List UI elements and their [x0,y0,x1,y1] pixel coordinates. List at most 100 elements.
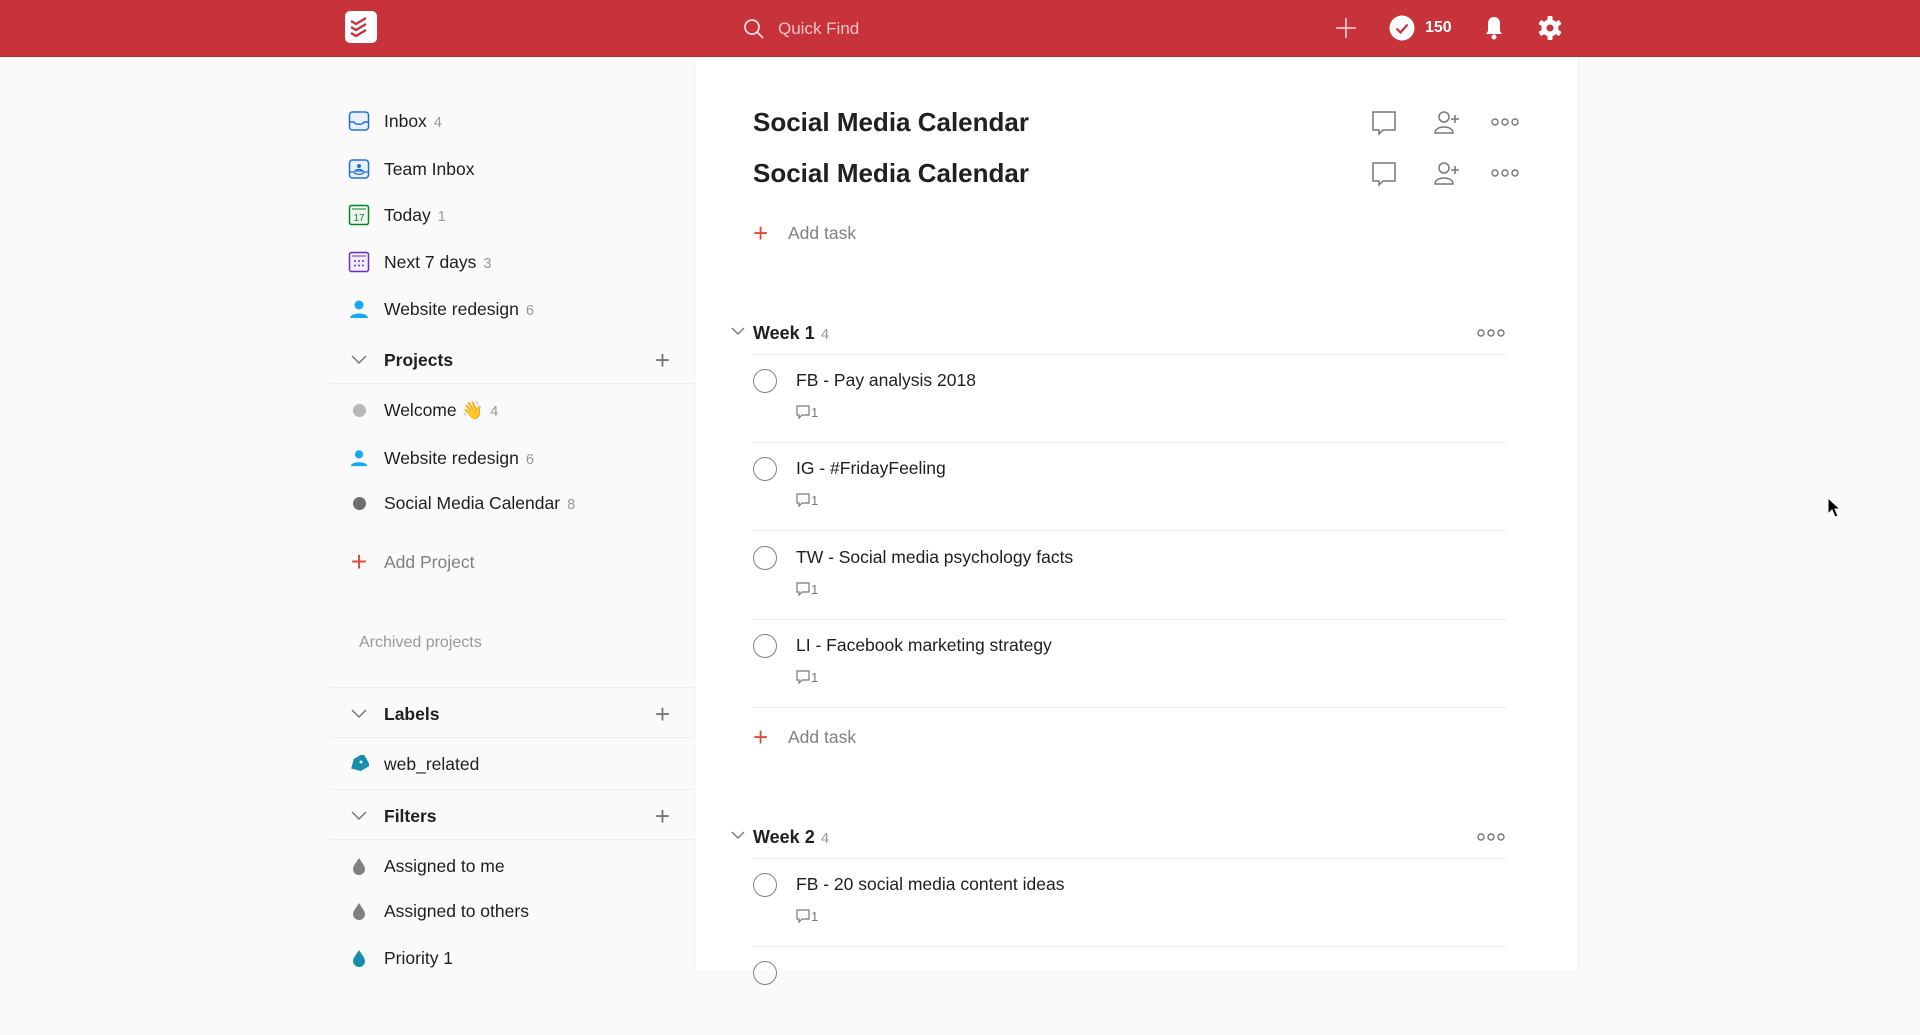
task-item[interactable] [753,947,1507,1035]
add-filter-plus-icon[interactable]: + [655,801,670,832]
section-title: Week 2 [753,827,815,847]
svg-text:17: 17 [353,213,365,224]
sidebar-item-today[interactable]: 17 Today 1 [330,195,694,235]
task-title[interactable]: IG - #FridayFeeling [796,458,946,479]
sidebar-item-label: Next 7 days [384,251,477,272]
project-item-social-media-calendar[interactable]: Social Media Calendar 8 [330,483,694,523]
archived-projects-link[interactable]: Archived projects [330,623,694,663]
task-checkbox[interactable] [753,369,777,393]
project-item-welcome[interactable]: Welcome 👋 4 [330,390,694,430]
task-item[interactable]: FB - 20 social media content ideas 1 [753,859,1507,947]
more-icon[interactable] [1477,832,1505,842]
top-bar: Quick Find 150 [0,0,1920,57]
section-count: 4 [820,326,830,343]
filter-label: Assigned to others [384,900,529,921]
sidebar-item-inbox[interactable]: Inbox 4 [330,101,694,141]
sidebar-item-label: Team Inbox [384,158,475,179]
task-checkbox[interactable] [753,634,777,658]
sidebar: Inbox 4 Team Inbox 17 Today 1 Next 7 days 3… [330,57,694,970]
add-task-button[interactable]: + Add task [753,218,856,249]
tag-icon [348,753,370,775]
task-item[interactable]: FB - Pay analysis 2018 1 [753,355,1507,443]
archived-projects-label: Archived projects [359,634,482,651]
comment-icon[interactable] [1371,110,1397,138]
project-item-website-redesign[interactable]: Website redesign 6 [330,438,694,478]
label-name: web_related [384,753,480,774]
item-count: 1 [437,208,446,225]
filter-item-priority-1[interactable]: Priority 1 [330,938,694,978]
labels-section-header[interactable]: Labels + [330,694,694,734]
quick-find-search[interactable]: Quick Find [742,14,1042,44]
chevron-down-icon[interactable] [731,327,745,336]
task-title[interactable]: TW - Social media psychology facts [796,547,1073,568]
task-item[interactable]: TW - Social media psychology facts 1 [753,532,1507,620]
filter-label: Priority 1 [384,947,454,968]
filter-item-assigned-to-others[interactable]: Assigned to others [330,891,694,931]
karma-check-icon[interactable] [1389,15,1415,41]
comment-icon [796,909,810,924]
labels-heading: Labels [384,703,440,724]
chevron-down-icon[interactable] [348,805,370,827]
comment-icon [796,405,810,420]
sidebar-item-next-7-days[interactable]: Next 7 days 3 [330,242,694,282]
karma-count[interactable]: 150 [1425,19,1452,37]
task-checkbox[interactable] [753,873,777,897]
add-label-plus-icon[interactable]: + [655,699,670,730]
inbox-icon [348,110,370,132]
sidebar-item-website-redesign[interactable]: Website redesign 6 [330,289,694,329]
search-input[interactable]: Quick Find [778,19,859,39]
filters-section-header[interactable]: Filters + [330,796,694,836]
comment-count[interactable]: 1 [796,670,818,685]
add-person-icon[interactable] [1433,109,1461,137]
comment-icon [796,493,810,508]
comment-icon[interactable] [1371,161,1397,189]
project-title: Social Media Calendar [753,158,1029,188]
task-item[interactable]: LI - Facebook marketing strategy 1 [753,620,1507,708]
plus-icon: + [350,546,368,577]
divider [330,687,694,688]
chevron-down-icon[interactable] [348,703,370,725]
comment-count[interactable]: 1 [796,582,818,597]
filter-item-assigned-to-me[interactable]: Assigned to me [330,846,694,886]
add-task-button[interactable]: + Add task [753,722,856,753]
bell-icon[interactable] [1482,15,1506,41]
team-inbox-icon [348,158,370,180]
section-header: Week 1 4 [695,315,1507,355]
divider [330,383,694,384]
add-person-icon[interactable] [1433,160,1461,188]
add-icon[interactable] [1334,16,1358,40]
task-title[interactable]: FB - 20 social media content ideas [796,874,1064,895]
task-item[interactable]: IG - #FridayFeeling 1 [753,443,1507,531]
comment-count[interactable]: 1 [796,405,818,420]
chevron-down-icon[interactable] [731,831,745,840]
sidebar-item-label: Inbox [384,110,427,131]
main-content: Social Media Calendar Social Media Calen… [694,57,1579,985]
add-task-label: Add task [788,727,857,747]
comment-count[interactable]: 1 [796,909,818,924]
task-title[interactable]: LI - Facebook marketing strategy [796,635,1052,656]
more-icon[interactable] [1477,328,1505,338]
chevron-down-icon[interactable] [348,349,370,371]
more-icon[interactable] [1491,117,1519,127]
project-dot-icon [348,492,370,514]
add-project-button[interactable]: + Add Project [330,542,694,582]
todoist-logo-icon[interactable] [345,11,377,43]
add-project-label: Add Project [384,551,475,572]
task-checkbox[interactable] [753,546,777,570]
project-header-actions [1371,109,1531,139]
projects-section-header[interactable]: Projects + [330,340,694,380]
person-icon [348,298,370,320]
calendar-today-icon: 17 [348,204,370,226]
comment-count[interactable]: 1 [796,493,818,508]
more-icon[interactable] [1491,168,1519,178]
project-label: Website redesign [384,447,519,468]
comment-icon [796,582,810,597]
label-item-web-related[interactable]: web_related [330,744,694,784]
task-checkbox[interactable] [753,457,777,481]
add-project-plus-icon[interactable]: + [655,345,670,376]
sidebar-item-team-inbox[interactable]: Team Inbox [330,149,694,189]
gear-icon[interactable] [1537,15,1563,41]
item-count: 6 [525,451,534,468]
task-checkbox[interactable] [753,961,777,985]
task-title[interactable]: FB - Pay analysis 2018 [796,370,976,391]
